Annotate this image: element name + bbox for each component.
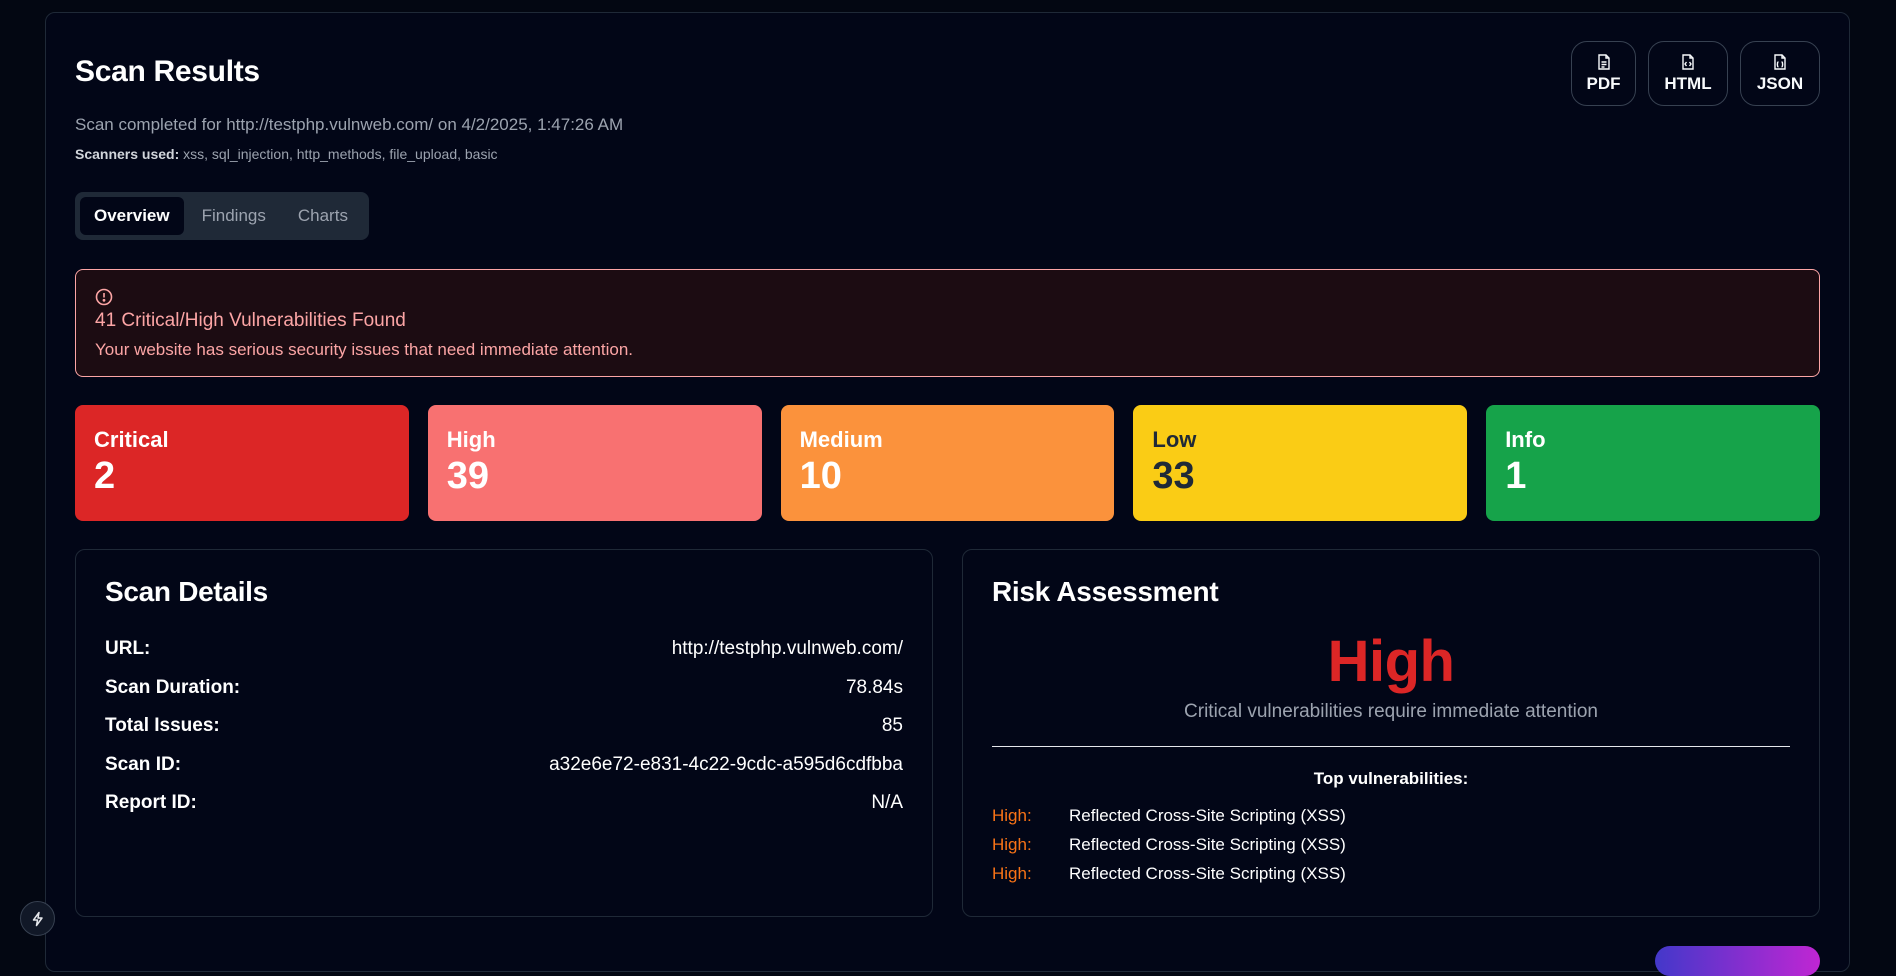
tab-overview[interactable]: Overview [80, 197, 184, 235]
tab-charts[interactable]: Charts [284, 197, 362, 235]
scan-details-title: Scan Details [105, 576, 268, 607]
critical-alert: 41 Critical/High Vulnerabilities Found Y… [75, 269, 1820, 377]
vuln-name: Reflected Cross-Site Scripting (XSS) [1069, 834, 1346, 854]
vuln-name: Reflected Cross-Site Scripting (XSS) [1069, 863, 1346, 883]
detail-value: N/A [871, 792, 903, 814]
action-button[interactable] [1655, 946, 1820, 976]
detail-row-total-issues: Total Issues: 85 [105, 707, 903, 746]
severity-card-info: Info 1 [1486, 405, 1820, 521]
export-json-label: JSON [1756, 73, 1804, 93]
severity-label: Low [1152, 427, 1197, 452]
top-vulnerabilities-list: High: Reflected Cross-Site Scripting (XS… [992, 801, 1790, 888]
alert-title: 41 Critical/High Vulnerabilities Found [95, 310, 406, 331]
severity-label: Critical [94, 427, 169, 452]
severity-label: Info [1505, 427, 1546, 452]
scan-subtitle: Scan completed for http://testphp.vulnwe… [75, 115, 624, 134]
scan-details-panel: Scan Details URL: http://testphp.vulnweb… [75, 549, 933, 917]
severity-card-critical: Critical 2 [75, 405, 409, 521]
page-title: Scan Results [75, 55, 260, 88]
severity-count: 2 [94, 455, 116, 497]
risk-level: High [1327, 629, 1455, 694]
export-html-button[interactable]: HTML [1648, 41, 1728, 106]
detail-row-url: URL: http://testphp.vulnweb.com/ [105, 630, 903, 669]
vuln-name: Reflected Cross-Site Scripting (XSS) [1069, 805, 1346, 825]
list-item: High: Reflected Cross-Site Scripting (XS… [992, 859, 1790, 888]
detail-key: Report ID: [105, 792, 197, 814]
export-json-button[interactable]: JSON [1740, 41, 1820, 106]
alert-circle-icon [95, 288, 113, 306]
detail-row-scan-id: Scan ID: a32e6e72-e831-4c22-9cdc-a595d6c… [105, 746, 903, 785]
severity-label: Medium [799, 427, 883, 452]
detail-value: a32e6e72-e831-4c22-9cdc-a595d6cdfbba [549, 753, 903, 775]
alert-description: Your website has serious security issues… [95, 340, 633, 359]
file-json-icon [1774, 53, 1786, 70]
detail-value: http://testphp.vulnweb.com/ [671, 638, 903, 660]
results-tabs: Overview Findings Charts [75, 192, 369, 240]
severity-card-high: High 39 [427, 405, 762, 521]
lightning-icon [32, 911, 43, 926]
severity-card-medium: Medium 10 [780, 405, 1115, 521]
detail-row-report-id: Report ID: N/A [105, 784, 903, 823]
file-text-icon [1597, 53, 1610, 70]
risk-assessment-title: Risk Assessment [992, 576, 1219, 607]
severity-card-low: Low 33 [1133, 405, 1468, 521]
scan-details-list: URL: http://testphp.vulnweb.com/ Scan Du… [105, 630, 903, 823]
detail-key: Scan Duration: [105, 676, 241, 698]
export-html-label: HTML [1664, 73, 1712, 93]
scanners-value: xss, sql_injection, http_methods, file_u… [183, 146, 498, 162]
export-buttons: PDF HTML JSON [1571, 41, 1820, 106]
list-item: High: Reflected Cross-Site Scripting (XS… [992, 801, 1790, 830]
tab-findings[interactable]: Findings [188, 197, 280, 235]
detail-value: 78.84s [845, 676, 903, 698]
scanners-label: Scanners used: [75, 146, 180, 162]
divider [992, 746, 1790, 747]
detail-value: 85 [881, 715, 903, 737]
vuln-severity: High: [992, 834, 1032, 854]
severity-summary: Critical 2 High 39 Medium 10 Low 33 Info… [75, 405, 1820, 521]
file-code-icon [1682, 53, 1694, 70]
severity-label: High [446, 427, 496, 452]
risk-assessment-panel: Risk Assessment High Critical vulnerabil… [962, 549, 1820, 917]
top-vulnerabilities-title: Top vulnerabilities: [1313, 769, 1469, 788]
severity-count: 33 [1152, 455, 1195, 497]
dev-tools-button[interactable] [20, 901, 55, 936]
risk-description: Critical vulnerabilities require immedia… [1184, 701, 1598, 722]
detail-key: URL: [105, 638, 151, 660]
export-pdf-label: PDF [1586, 73, 1621, 93]
list-item: High: Reflected Cross-Site Scripting (XS… [992, 830, 1790, 859]
vuln-severity: High: [992, 805, 1032, 825]
detail-key: Total Issues: [105, 715, 220, 737]
detail-row-duration: Scan Duration: 78.84s [105, 669, 903, 708]
detail-key: Scan ID: [105, 753, 182, 775]
export-pdf-button[interactable]: PDF [1571, 41, 1636, 106]
severity-count: 1 [1505, 455, 1527, 497]
scanners-used: Scanners used: xss, sql_injection, http_… [75, 146, 498, 162]
vuln-severity: High: [992, 863, 1032, 883]
severity-count: 10 [799, 455, 842, 497]
severity-count: 39 [446, 455, 490, 497]
